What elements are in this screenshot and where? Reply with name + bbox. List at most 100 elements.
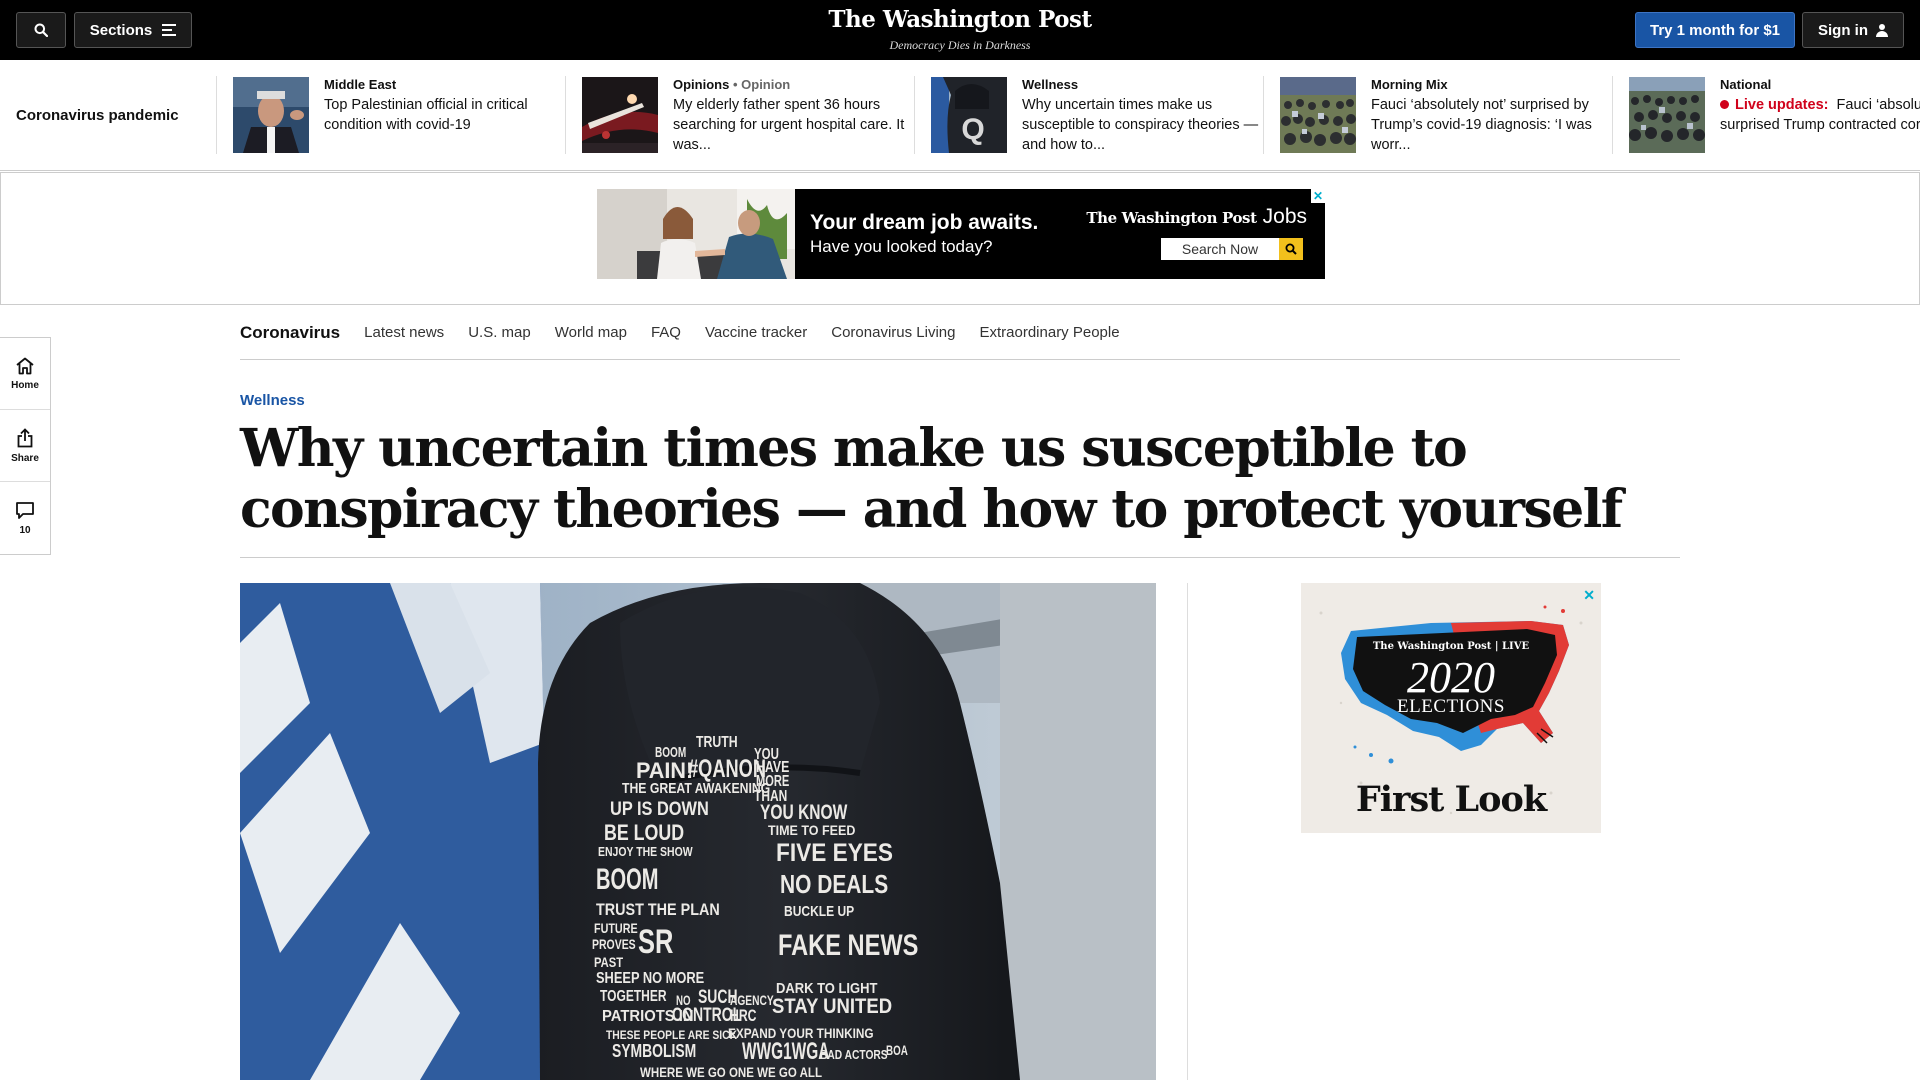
site-logo: The Washington Post — [828, 6, 1092, 33]
hoodie-word: FIVE EYES — [776, 839, 893, 867]
share-label: Share — [11, 452, 39, 464]
ad-banner-band: Your dream job awaits. Have you looked t… — [0, 172, 1920, 305]
live-updates-label: Live updates: — [1735, 97, 1829, 113]
divider — [914, 76, 915, 154]
hoodie-word: TRUTH — [696, 734, 738, 751]
trending-headline[interactable]: Why uncertain times make us susceptible … — [1022, 95, 1271, 155]
elections-ad-brand: The Washington Post | LIVE — [1372, 641, 1530, 652]
subnav-link-us-map[interactable]: U.S. map — [468, 324, 531, 341]
comments-button[interactable]: 10 — [0, 482, 50, 554]
menu-icon — [162, 24, 177, 36]
hoodie-word: NO DEALS — [780, 869, 888, 899]
article-section-kicker[interactable]: Wellness — [240, 392, 305, 409]
kicker-section: Opinions — [673, 77, 730, 92]
site-tagline: Democracy Dies in Darkness — [889, 38, 1031, 52]
hoodie-word: BUCKLE UP — [784, 903, 854, 920]
jobs-ad[interactable]: Your dream job awaits. Have you looked t… — [597, 189, 1325, 279]
left-action-rail: Home Share 10 — [0, 337, 51, 555]
share-icon — [17, 427, 33, 447]
hoodie-word: TIME TO FEED — [768, 822, 855, 838]
hoodie-word: ENJOY THE SHOW — [598, 844, 693, 859]
jobs-search-input[interactable]: Search Now — [1161, 238, 1279, 260]
hoodie-word: TOGETHER — [600, 988, 667, 1005]
home-icon — [16, 357, 34, 374]
divider — [565, 76, 566, 154]
home-button[interactable]: Home — [0, 338, 50, 410]
trending-thumbnail — [1280, 77, 1356, 153]
trending-card[interactable]: Opinions • Opinion My elderly father spe… — [582, 77, 922, 155]
subscribe-button[interactable]: Try 1 month for $1 — [1635, 12, 1795, 48]
hoodie-word: FAKE NEWS — [778, 929, 918, 962]
kicker-opinion-label: Opinion — [741, 77, 791, 92]
elections-ad-cta: First Look — [1355, 779, 1547, 820]
elections-ad[interactable]: ✕ The Washington Post | LIVE 2020 ELECTI… — [1301, 583, 1601, 833]
trending-kicker: Middle East — [324, 77, 397, 92]
adchoices-icon[interactable]: ✕ — [1583, 587, 1595, 604]
comment-icon — [16, 501, 34, 519]
subnav-link-extraordinary-people[interactable]: Extraordinary People — [979, 324, 1119, 341]
adchoices-icon[interactable]: ✕ — [1311, 189, 1325, 203]
sign-in-button[interactable]: Sign in — [1802, 12, 1904, 48]
trending-thumbnail — [582, 77, 658, 153]
trending-headline[interactable]: Fauci ‘absolutely not’ surprised by Trum… — [1371, 95, 1620, 155]
trending-card[interactable]: Middle East Top Palestinian official in … — [233, 77, 573, 155]
trending-thumbnail — [233, 77, 309, 153]
sections-label: Sections — [89, 21, 153, 39]
jobs-ad-brand-suffix: Jobs — [1262, 205, 1307, 228]
hoodie-word: THE GREAT AWAKENING — [622, 780, 770, 797]
trending-thumbnail — [1629, 77, 1705, 153]
subnav-link-latest-news[interactable]: Latest news — [364, 324, 444, 341]
hoodie-word: WWG1WGA — [742, 1038, 829, 1065]
elections-ad-event: ELECTIONS — [1397, 696, 1505, 717]
hoodie-word: BE LOUD — [604, 820, 684, 845]
hoodie-word: BOOM — [596, 863, 658, 896]
hoodie-word: YOU KNOW — [760, 801, 847, 824]
trending-strip: Coronavirus pandemic Middle East Top Pal… — [0, 60, 1920, 171]
hoodie-word: THESE PEOPLE ARE SICK — [606, 1028, 737, 1042]
subnav-title[interactable]: Coronavirus — [240, 323, 340, 343]
trending-card[interactable]: Morning Mix Fauci ‘absolutely not’ surpr… — [1280, 77, 1620, 155]
subnav-link-vaccine-tracker[interactable]: Vaccine tracker — [705, 324, 807, 341]
svg-text:Q: Q — [961, 113, 984, 146]
trending-card[interactable]: National Live updates: Fauci ‘absolutely… — [1629, 77, 1920, 155]
jobs-search-button[interactable] — [1279, 238, 1303, 260]
article-title: Why uncertain times make us susceptible … — [240, 418, 1623, 540]
trending-label[interactable]: Coronavirus pandemic — [16, 107, 179, 124]
jobs-ad-brand-logo: The Washington Post — [1086, 209, 1257, 227]
comment-count: 10 — [19, 524, 31, 536]
trending-kicker: Opinions • Opinion — [673, 77, 922, 95]
sections-menu-button[interactable]: Sections — [74, 12, 192, 48]
search-button[interactable] — [16, 12, 66, 48]
jobs-ad-subline: Have you looked today? — [810, 237, 993, 256]
divider — [1263, 76, 1264, 154]
kicker-opinion: • Opinion — [732, 77, 791, 92]
hoodie-word: STAY UNITED — [772, 995, 892, 1018]
sign-in-label: Sign in — [1818, 21, 1868, 39]
search-icon — [34, 23, 48, 37]
live-indicator-icon — [1720, 100, 1729, 109]
share-button[interactable]: Share — [0, 410, 50, 482]
jobs-ad-photo — [597, 189, 795, 279]
trending-headline[interactable]: Live updates: Fauci ‘absolutely not’ sur… — [1720, 95, 1920, 135]
subnav-link-world-map[interactable]: World map — [555, 324, 627, 341]
hoodie-word: #QANON — [688, 755, 766, 783]
elections-ad-year: 2020 — [1407, 653, 1495, 702]
hoodie-word: BAD ACTORS — [820, 1047, 888, 1062]
trending-kicker: Wellness — [1022, 77, 1079, 92]
hoodie-word: PAST — [594, 954, 623, 970]
masthead: The Washington Post Democracy Dies in Da… — [0, 6, 1920, 53]
subnav-link-coronavirus-living[interactable]: Coronavirus Living — [831, 324, 955, 341]
topic-subnav: Coronavirus Latest news U.S. map World m… — [240, 306, 1680, 360]
article-lead-image[interactable]: BOOM TRUTH YOU PAIN! #QANON HAVE MORE THE GREAT… — [240, 583, 1156, 1080]
subnav-link-faq[interactable]: FAQ — [651, 324, 681, 341]
trending-card[interactable]: Q Wellness Why uncertain times make us s… — [931, 77, 1271, 155]
title-divider — [240, 557, 1680, 558]
search-icon — [1285, 243, 1297, 255]
person-icon — [1876, 23, 1888, 37]
jobs-ad-headline: Your dream job awaits. — [810, 211, 1039, 234]
hoodie-word: SR — [638, 923, 673, 961]
trending-headline[interactable]: My elderly father spent 36 hours searchi… — [673, 95, 922, 155]
trending-headline[interactable]: Top Palestinian official in critical con… — [324, 95, 573, 135]
hoodie-word: SHEEP NO MORE — [596, 970, 704, 987]
divider — [216, 76, 217, 154]
